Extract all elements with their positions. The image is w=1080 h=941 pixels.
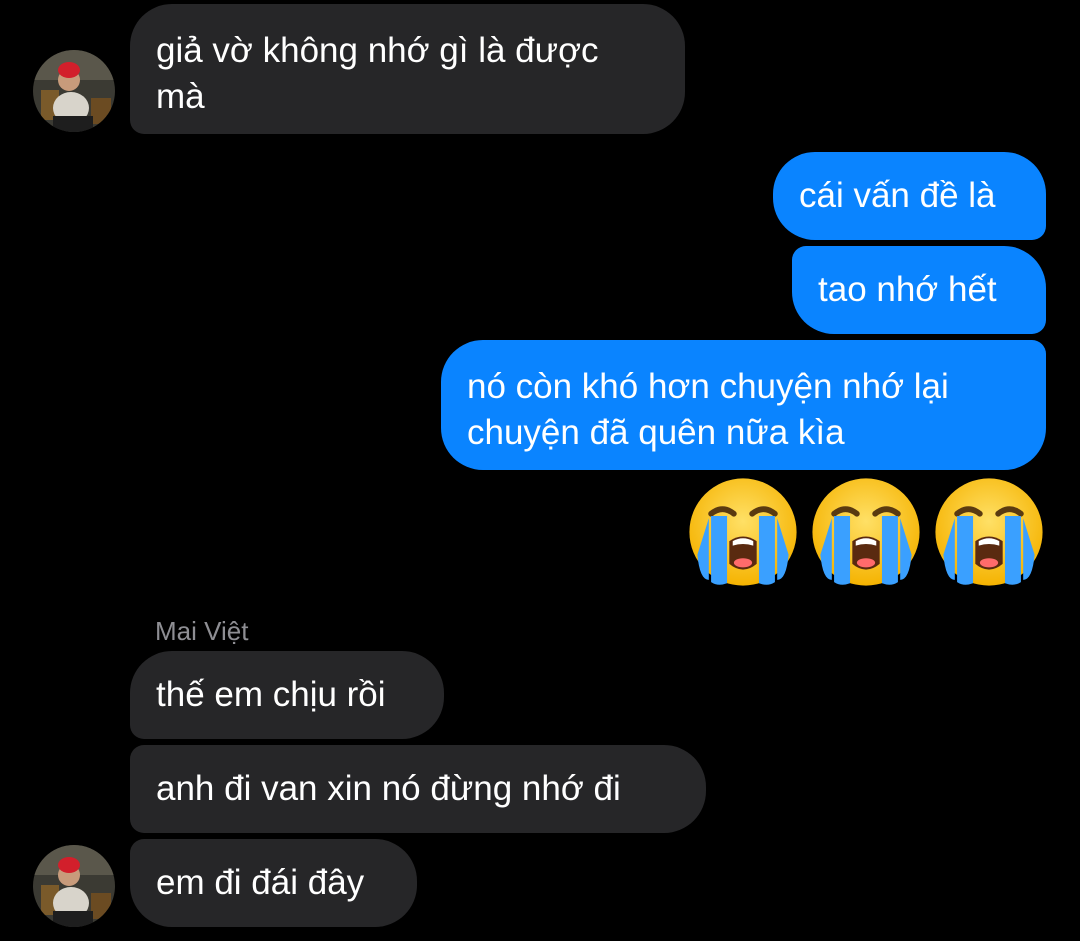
message-text: thế em chịu rồi [156, 675, 386, 714]
incoming-message-bubble[interactable]: anh đi van xin nó đừng nhớ đi [130, 745, 706, 833]
message-text: giả vờ không nhớ gì là được mà [156, 31, 599, 116]
sender-name: Mai Việt [155, 616, 249, 646]
avatar-photo-icon [33, 50, 115, 132]
loudly-crying-face-icon [689, 478, 797, 586]
outgoing-message-bubble[interactable]: tao nhớ hết [792, 246, 1046, 334]
message-text: nó còn khó hơn chuyện nhớ lại chuyện đã … [467, 367, 949, 452]
outgoing-message-bubble[interactable]: nó còn khó hơn chuyện nhớ lại chuyện đã … [441, 340, 1046, 470]
message-text: anh đi van xin nó đừng nhớ đi [156, 769, 621, 808]
loudly-crying-face-icon [935, 478, 1043, 586]
incoming-message-bubble[interactable]: giả vờ không nhớ gì là được mà [130, 4, 685, 134]
incoming-message-bubble[interactable]: em đi đái đây [130, 839, 417, 927]
loudly-crying-face-icon [812, 478, 920, 586]
incoming-message-bubble[interactable]: thế em chịu rồi [130, 651, 444, 739]
avatar-photo-icon [33, 845, 115, 927]
message-text: em đi đái đây [156, 863, 365, 902]
message-text: cái vấn đề là [799, 176, 996, 215]
contact-avatar[interactable] [33, 50, 115, 132]
outgoing-message-bubble[interactable]: cái vấn đề là [773, 152, 1046, 240]
contact-avatar[interactable] [33, 845, 115, 927]
emoji-message[interactable] [686, 474, 1046, 590]
message-text: tao nhớ hết [818, 270, 997, 309]
